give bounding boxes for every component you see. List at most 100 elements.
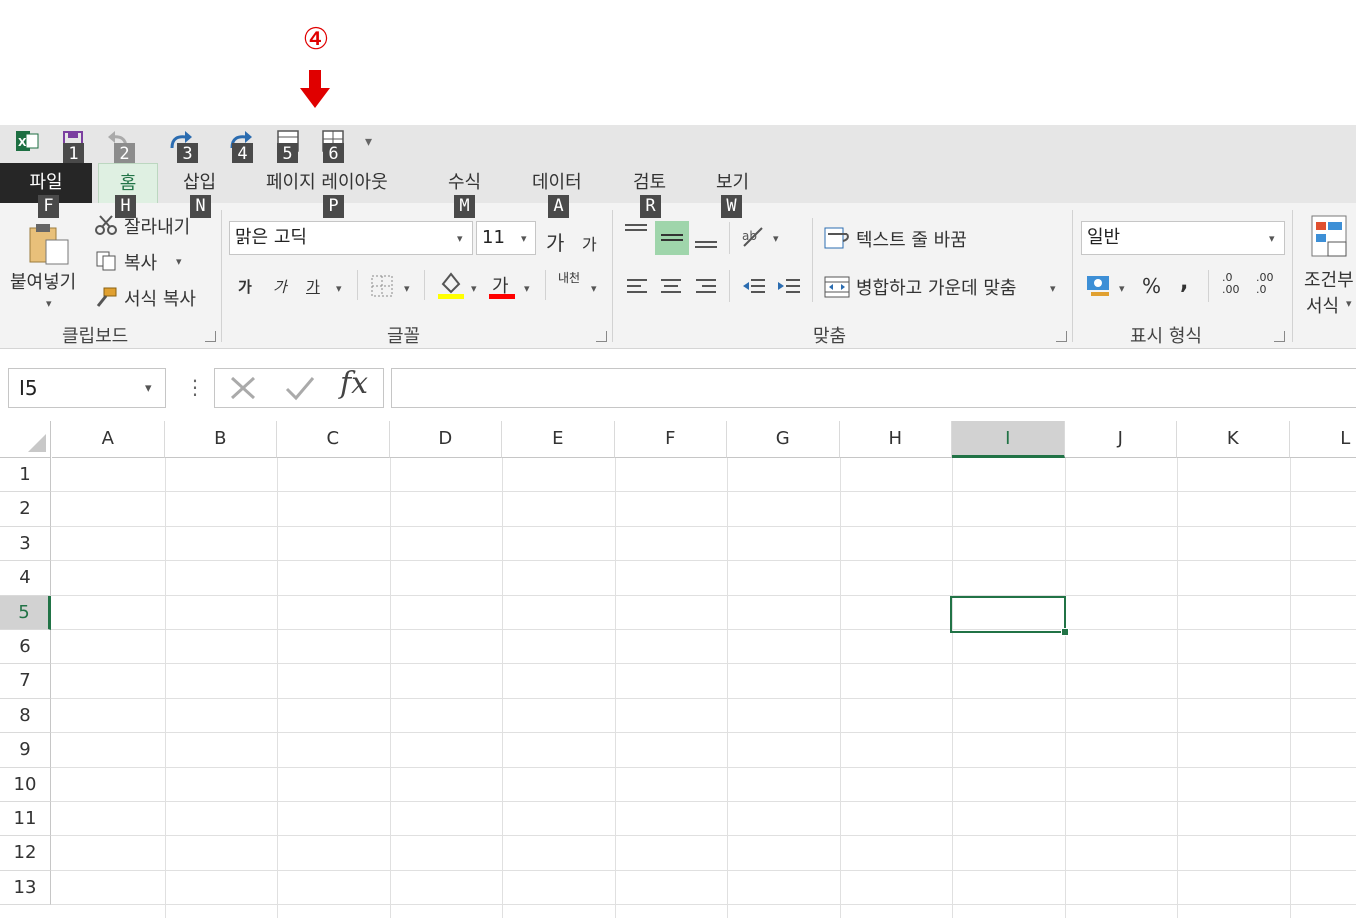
paste-icon[interactable] [26, 222, 72, 266]
alignment-group-label: 맞춤 [813, 326, 847, 347]
column-header-e[interactable]: E [502, 421, 615, 458]
row-header-10[interactable]: 10 [0, 767, 51, 802]
fill-color-icon[interactable] [437, 270, 465, 300]
paste-dropdown-icon[interactable]: ▾ [46, 297, 52, 310]
column-header-f[interactable]: F [614, 421, 727, 458]
tab-view[interactable]: 보기 [716, 170, 749, 196]
column-header-j[interactable]: J [1064, 421, 1177, 458]
formula-input[interactable] [391, 368, 1356, 408]
number-format-dropdown-icon[interactable]: ▾ [1269, 232, 1275, 245]
active-cell[interactable] [950, 596, 1066, 633]
column-header-c[interactable]: C [277, 421, 390, 458]
phonetic-dropdown-icon[interactable]: ▾ [591, 282, 597, 295]
row-header-9[interactable]: 9 [0, 733, 51, 768]
merge-dropdown-icon[interactable]: ▾ [1050, 282, 1056, 295]
tab-page-layout[interactable]: 페이지 레이아웃 [266, 170, 388, 196]
quick-access-toolbar [0, 125, 1356, 163]
wrap-text-button[interactable]: 텍스트 줄 바꿈 [856, 226, 967, 252]
column-header-d[interactable]: D [389, 421, 502, 458]
format-painter-button[interactable]: 서식 복사 [124, 285, 196, 311]
decrease-indent-icon[interactable] [741, 276, 767, 296]
gridline-horizontal [51, 766, 1356, 768]
tab-data[interactable]: 데이터 [532, 170, 582, 196]
row-header-8[interactable]: 8 [0, 698, 51, 734]
copy-button[interactable]: 복사 [124, 249, 157, 275]
column-header-i[interactable]: I [952, 421, 1065, 458]
formula-bar-menu-icon[interactable]: ⋮ [185, 375, 205, 399]
separator [812, 218, 813, 302]
fill-color-dropdown-icon[interactable]: ▾ [471, 282, 477, 295]
number-launcher-icon[interactable] [1274, 331, 1285, 342]
underline-dropdown-icon[interactable]: ▾ [336, 282, 342, 295]
borders-dropdown-icon[interactable]: ▾ [404, 282, 410, 295]
align-right-icon[interactable] [694, 276, 718, 296]
column-header-b[interactable]: B [164, 421, 277, 458]
column-header-l[interactable]: L [1289, 421, 1356, 458]
insert-function-button[interactable]: fx [340, 366, 368, 401]
name-box[interactable]: I5 [8, 368, 166, 408]
alignment-launcher-icon[interactable] [1056, 331, 1067, 342]
column-header-g[interactable]: G [727, 421, 840, 458]
gridline-vertical [614, 458, 616, 918]
column-header-k[interactable]: K [1177, 421, 1290, 458]
row-header-1[interactable]: 1 [0, 458, 51, 493]
tab-insert[interactable]: 삽입 [183, 170, 216, 196]
percent-button[interactable]: % [1142, 274, 1161, 298]
cut-button[interactable]: 잘라내기 [124, 213, 190, 239]
fill-handle[interactable] [1061, 628, 1069, 636]
font-size-field[interactable]: 11 [476, 221, 536, 255]
align-bottom-icon[interactable] [693, 232, 719, 252]
accounting-dropdown-icon[interactable]: ▾ [1119, 282, 1125, 295]
name-box-dropdown-icon[interactable]: ▾ [145, 381, 152, 396]
enter-icon[interactable] [284, 374, 316, 402]
accounting-format-icon[interactable] [1085, 272, 1115, 298]
clipboard-launcher-icon[interactable] [205, 331, 216, 342]
row-header-12[interactable]: 12 [0, 836, 51, 871]
row-header-13[interactable]: 13 [0, 870, 51, 906]
paste-button[interactable]: 붙여넣기 [10, 268, 76, 294]
font-name-field[interactable]: 맑은 고딕 [229, 221, 473, 255]
column-header-h[interactable]: H [839, 421, 952, 458]
increase-decimal-button[interactable]: .0 .00 [1222, 272, 1248, 296]
row-header-4[interactable]: 4 [0, 561, 51, 596]
shrink-font-button[interactable]: 가 [582, 231, 597, 255]
font-launcher-icon[interactable] [596, 331, 607, 342]
underline-button[interactable]: 가 [306, 276, 320, 297]
gridline-vertical [277, 458, 278, 918]
font-name-value: 맑은 고딕 [235, 227, 307, 248]
conditional-dropdown-icon[interactable]: ▾ [1346, 297, 1352, 310]
orientation-icon[interactable]: ab [740, 224, 768, 250]
font-color-dropdown-icon[interactable]: ▾ [524, 282, 530, 295]
tab-review[interactable]: 검토 [633, 170, 666, 196]
italic-button[interactable]: 가 [273, 276, 287, 297]
merge-center-button[interactable]: 병합하고 가운데 맞춤 [856, 274, 1016, 300]
gridline-vertical [839, 458, 841, 918]
row-header-2[interactable]: 2 [0, 492, 51, 527]
grow-font-button[interactable]: 가 [546, 227, 564, 256]
annotation-arrow-icon [300, 70, 330, 108]
orientation-dropdown-icon[interactable]: ▾ [773, 232, 779, 245]
tab-formulas[interactable]: 수식 [448, 170, 481, 196]
borders-icon[interactable] [370, 274, 394, 298]
row-header-11[interactable]: 11 [0, 802, 51, 837]
font-size-dropdown-icon[interactable]: ▾ [521, 232, 527, 245]
font-name-dropdown-icon[interactable]: ▾ [457, 232, 463, 245]
align-left-icon[interactable] [625, 276, 649, 296]
number-format-field[interactable]: 일반 [1081, 221, 1285, 255]
conditional-formatting-button[interactable]: 조건부 [1304, 266, 1354, 292]
cancel-icon[interactable] [228, 374, 258, 402]
row-header-5[interactable]: 5 [0, 595, 51, 630]
row-header-7[interactable]: 7 [0, 664, 51, 699]
customize-qat-button[interactable]: ▾ [365, 134, 372, 150]
comma-button[interactable]: , [1180, 270, 1188, 295]
phonetic-button[interactable]: 내천 [558, 272, 582, 285]
bold-button[interactable]: 가 [238, 276, 252, 297]
decrease-decimal-button[interactable]: .00 .0 [1256, 272, 1282, 296]
copy-dropdown-icon[interactable]: ▾ [176, 255, 182, 268]
column-header-a[interactable]: A [52, 421, 165, 458]
row-header-6[interactable]: 6 [0, 630, 51, 665]
row-header-3[interactable]: 3 [0, 526, 51, 562]
increase-indent-icon[interactable] [776, 276, 802, 296]
align-top-icon[interactable] [623, 222, 649, 242]
align-center-icon[interactable] [659, 276, 683, 296]
